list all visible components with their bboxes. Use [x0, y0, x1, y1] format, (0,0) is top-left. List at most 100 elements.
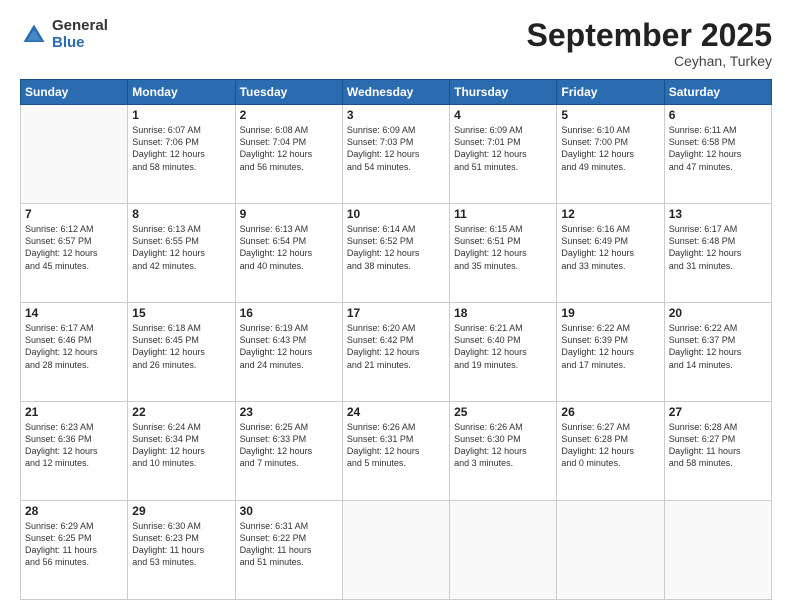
day-info: Sunrise: 6:26 AMSunset: 6:31 PMDaylight:…	[347, 421, 445, 470]
day-info: Sunrise: 6:07 AMSunset: 7:06 PMDaylight:…	[132, 124, 230, 173]
day-number: 19	[561, 306, 659, 320]
day-number: 25	[454, 405, 552, 419]
day-number: 17	[347, 306, 445, 320]
calendar-cell-w1-d2: 9 Sunrise: 6:13 AMSunset: 6:54 PMDaylight…	[235, 204, 342, 303]
calendar-week-1: 7 Sunrise: 6:12 AMSunset: 6:57 PMDaylight…	[21, 204, 772, 303]
calendar-cell-w4-d6	[664, 501, 771, 600]
day-info: Sunrise: 6:29 AMSunset: 6:25 PMDaylight:…	[25, 520, 123, 569]
day-number: 27	[669, 405, 767, 419]
calendar-cell-w4-d5	[557, 501, 664, 600]
day-number: 6	[669, 108, 767, 122]
day-number: 3	[347, 108, 445, 122]
day-info: Sunrise: 6:17 AMSunset: 6:46 PMDaylight:…	[25, 322, 123, 371]
calendar-header: Sunday Monday Tuesday Wednesday Thursday…	[21, 80, 772, 105]
calendar-cell-w0-d6: 6 Sunrise: 6:11 AMSunset: 6:58 PMDaylight…	[664, 105, 771, 204]
subtitle: Ceyhan, Turkey	[527, 53, 772, 69]
calendar-cell-w4-d0: 28Sunrise: 6:29 AMSunset: 6:25 PMDayligh…	[21, 501, 128, 600]
calendar-cell-w0-d5: 5Sunrise: 6:10 AMSunset: 7:00 PMDaylight…	[557, 105, 664, 204]
day-info: Sunrise: 6:23 AMSunset: 6:36 PMDaylight:…	[25, 421, 123, 470]
day-info: Sunrise: 6:27 AMSunset: 6:28 PMDaylight:…	[561, 421, 659, 470]
day-info: Sunrise: 6:25 AMSunset: 6:33 PMDaylight:…	[240, 421, 338, 470]
day-info: Sunrise: 6:31 AMSunset: 6:22 PMDaylight:…	[240, 520, 338, 569]
day-number: 26	[561, 405, 659, 419]
day-info: Sunrise: 6:13 AMSunset: 6:54 PMDaylight:…	[240, 223, 338, 272]
calendar-cell-w1-d0: 7 Sunrise: 6:12 AMSunset: 6:57 PMDaylight…	[21, 204, 128, 303]
calendar-week-0: 1Sunrise: 6:07 AMSunset: 7:06 PMDaylight…	[21, 105, 772, 204]
day-info: Sunrise: 6:16 AMSunset: 6:49 PMDaylight:…	[561, 223, 659, 272]
logo-icon	[20, 21, 48, 49]
calendar-cell-w4-d1: 29Sunrise: 6:30 AMSunset: 6:23 PMDayligh…	[128, 501, 235, 600]
day-number: 24	[347, 405, 445, 419]
calendar-cell-w4-d2: 30 Sunrise: 6:31 AMSunset: 6:22 PMDayligh…	[235, 501, 342, 600]
calendar-cell-w1-d5: 12 Sunrise: 6:16 AMSunset: 6:49 PMDayligh…	[557, 204, 664, 303]
header-wednesday: Wednesday	[342, 80, 449, 105]
month-title: September 2025	[527, 18, 772, 53]
header-thursday: Thursday	[450, 80, 557, 105]
calendar-cell-w4-d3	[342, 501, 449, 600]
calendar-week-3: 21 Sunrise: 6:23 AMSunset: 6:36 PMDayligh…	[21, 402, 772, 501]
calendar-cell-w3-d2: 23 Sunrise: 6:25 AMSunset: 6:33 PMDayligh…	[235, 402, 342, 501]
calendar-cell-w3-d4: 25 Sunrise: 6:26 AMSunset: 6:30 PMDayligh…	[450, 402, 557, 501]
day-number: 21	[25, 405, 123, 419]
day-info: Sunrise: 6:20 AMSunset: 6:42 PMDaylight:…	[347, 322, 445, 371]
day-info: Sunrise: 6:22 AMSunset: 6:37 PMDaylight:…	[669, 322, 767, 371]
logo: General Blue	[20, 18, 108, 51]
calendar-cell-w0-d0	[21, 105, 128, 204]
header-saturday: Saturday	[664, 80, 771, 105]
header-tuesday: Tuesday	[235, 80, 342, 105]
calendar-cell-w0-d2: 2Sunrise: 6:08 AMSunset: 7:04 PMDaylight…	[235, 105, 342, 204]
calendar-week-4: 28Sunrise: 6:29 AMSunset: 6:25 PMDayligh…	[21, 501, 772, 600]
calendar-week-2: 14 Sunrise: 6:17 AMSunset: 6:46 PMDayligh…	[21, 303, 772, 402]
header-sunday: Sunday	[21, 80, 128, 105]
day-info: Sunrise: 6:08 AMSunset: 7:04 PMDaylight:…	[240, 124, 338, 173]
day-number: 7	[25, 207, 123, 221]
day-number: 20	[669, 306, 767, 320]
calendar-cell-w1-d3: 10 Sunrise: 6:14 AMSunset: 6:52 PMDayligh…	[342, 204, 449, 303]
calendar-cell-w2-d5: 19 Sunrise: 6:22 AMSunset: 6:39 PMDayligh…	[557, 303, 664, 402]
calendar-cell-w0-d3: 3Sunrise: 6:09 AMSunset: 7:03 PMDaylight…	[342, 105, 449, 204]
day-number: 9	[240, 207, 338, 221]
day-info: Sunrise: 6:21 AMSunset: 6:40 PMDaylight:…	[454, 322, 552, 371]
header-monday: Monday	[128, 80, 235, 105]
calendar-cell-w3-d0: 21 Sunrise: 6:23 AMSunset: 6:36 PMDayligh…	[21, 402, 128, 501]
day-number: 13	[669, 207, 767, 221]
day-number: 5	[561, 108, 659, 122]
day-number: 14	[25, 306, 123, 320]
day-info: Sunrise: 6:30 AMSunset: 6:23 PMDaylight:…	[132, 520, 230, 569]
calendar-cell-w2-d4: 18 Sunrise: 6:21 AMSunset: 6:40 PMDayligh…	[450, 303, 557, 402]
day-info: Sunrise: 6:28 AMSunset: 6:27 PMDaylight:…	[669, 421, 767, 470]
day-info: Sunrise: 6:14 AMSunset: 6:52 PMDaylight:…	[347, 223, 445, 272]
calendar-cell-w3-d6: 27 Sunrise: 6:28 AMSunset: 6:27 PMDayligh…	[664, 402, 771, 501]
day-number: 30	[240, 504, 338, 518]
day-info: Sunrise: 6:11 AMSunset: 6:58 PMDaylight:…	[669, 124, 767, 173]
title-block: September 2025 Ceyhan, Turkey	[527, 18, 772, 69]
page: General Blue September 2025 Ceyhan, Turk…	[0, 0, 792, 612]
calendar-cell-w2-d0: 14 Sunrise: 6:17 AMSunset: 6:46 PMDayligh…	[21, 303, 128, 402]
calendar-body: 1Sunrise: 6:07 AMSunset: 7:06 PMDaylight…	[21, 105, 772, 600]
day-number: 16	[240, 306, 338, 320]
logo-text: General Blue	[52, 18, 108, 51]
day-number: 12	[561, 207, 659, 221]
calendar-cell-w1-d1: 8Sunrise: 6:13 AMSunset: 6:55 PMDaylight…	[128, 204, 235, 303]
calendar-cell-w2-d3: 17 Sunrise: 6:20 AMSunset: 6:42 PMDayligh…	[342, 303, 449, 402]
calendar-cell-w2-d1: 15Sunrise: 6:18 AMSunset: 6:45 PMDayligh…	[128, 303, 235, 402]
day-info: Sunrise: 6:22 AMSunset: 6:39 PMDaylight:…	[561, 322, 659, 371]
calendar-table: Sunday Monday Tuesday Wednesday Thursday…	[20, 79, 772, 600]
day-info: Sunrise: 6:17 AMSunset: 6:48 PMDaylight:…	[669, 223, 767, 272]
day-number: 18	[454, 306, 552, 320]
day-number: 4	[454, 108, 552, 122]
calendar-cell-w1-d4: 11Sunrise: 6:15 AMSunset: 6:51 PMDayligh…	[450, 204, 557, 303]
header-friday: Friday	[557, 80, 664, 105]
calendar-cell-w0-d1: 1Sunrise: 6:07 AMSunset: 7:06 PMDaylight…	[128, 105, 235, 204]
day-info: Sunrise: 6:26 AMSunset: 6:30 PMDaylight:…	[454, 421, 552, 470]
day-number: 10	[347, 207, 445, 221]
day-number: 23	[240, 405, 338, 419]
header: General Blue September 2025 Ceyhan, Turk…	[20, 18, 772, 69]
day-number: 15	[132, 306, 230, 320]
logo-blue-text: Blue	[52, 35, 108, 52]
calendar-cell-w3-d5: 26 Sunrise: 6:27 AMSunset: 6:28 PMDayligh…	[557, 402, 664, 501]
day-info: Sunrise: 6:13 AMSunset: 6:55 PMDaylight:…	[132, 223, 230, 272]
day-info: Sunrise: 6:12 AMSunset: 6:57 PMDaylight:…	[25, 223, 123, 272]
logo-general-text: General	[52, 18, 108, 35]
calendar-cell-w3-d1: 22Sunrise: 6:24 AMSunset: 6:34 PMDayligh…	[128, 402, 235, 501]
